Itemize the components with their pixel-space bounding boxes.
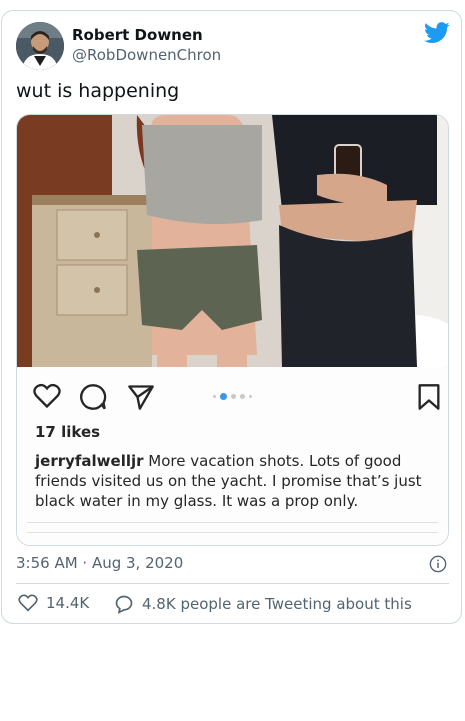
author-handle[interactable]: @RobDownenChron xyxy=(72,46,221,64)
conversation-link[interactable]: 4.8K people are Tweeting about this xyxy=(114,594,412,614)
carousel-dots xyxy=(213,393,252,400)
divider xyxy=(27,532,438,533)
bookmark-icon xyxy=(418,384,440,410)
speech-bubble-icon xyxy=(115,595,133,614)
caption-username: jerryfalwelljr xyxy=(35,452,144,470)
twitter-bird-icon[interactable] xyxy=(424,22,450,44)
tweet-media[interactable]: 17 likes jerryfalwelljr More vacation sh… xyxy=(16,114,449,546)
divider xyxy=(27,522,438,523)
info-icon[interactable] xyxy=(429,555,447,573)
tweet-timestamp[interactable]: 3:56 AM · Aug 3, 2020 xyxy=(16,554,183,572)
tweet-text: wut is happening xyxy=(16,80,180,102)
author-name[interactable]: Robert Downen xyxy=(72,26,203,44)
conversation-text: 4.8K people are Tweeting about this xyxy=(142,595,412,613)
heart-icon xyxy=(18,594,38,612)
heart-icon xyxy=(33,383,61,409)
avatar[interactable] xyxy=(16,22,64,70)
like-button[interactable]: 14.4K xyxy=(18,594,89,612)
like-count: 14.4K xyxy=(46,594,90,612)
instagram-post-ui: 17 likes jerryfalwelljr More vacation sh… xyxy=(17,367,448,545)
vacation-photo xyxy=(17,115,448,367)
send-icon xyxy=(128,385,154,410)
divider xyxy=(16,583,449,584)
likes-count: 17 likes xyxy=(35,423,101,441)
post-caption: jerryfalwelljr More vacation shots. Lots… xyxy=(35,451,435,511)
comment-icon xyxy=(80,384,107,410)
